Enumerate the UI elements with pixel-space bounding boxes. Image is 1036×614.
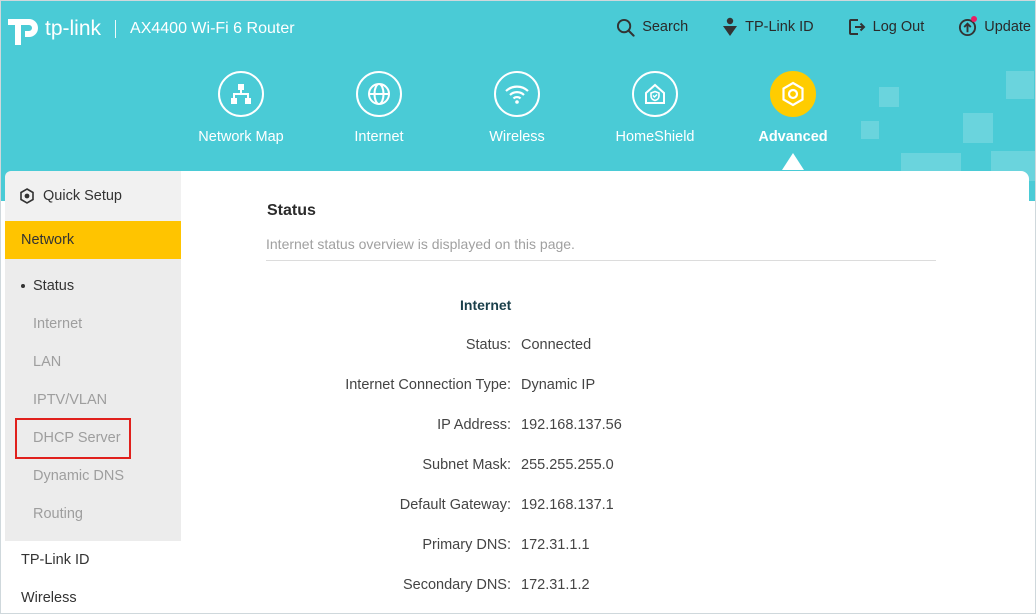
update-link[interactable]: Update: [958, 15, 1031, 37]
info-row-ip-address: IP Address: 192.168.137.56: [181, 417, 1029, 437]
info-value: Connected: [521, 337, 592, 353]
nav-internet-label: Internet: [354, 129, 404, 145]
sidebar-bottom: TP-Link ID Wireless: [5, 541, 181, 613]
sidebar-item-quick-setup[interactable]: Quick Setup: [5, 171, 181, 221]
search-icon: [617, 18, 635, 37]
sidebar-item-lan[interactable]: LAN: [5, 343, 181, 381]
status-label: Status: [33, 278, 75, 294]
title-divider: [266, 260, 936, 261]
search-link[interactable]: Search: [616, 18, 688, 37]
nav-advanced-label: Advanced: [758, 129, 828, 145]
internet-label: Internet: [33, 316, 83, 332]
info-row-default-gateway: Default Gateway: 192.168.137.1: [181, 497, 1029, 517]
main-nav: Network Map Internet Wireless HomeShield…: [1, 71, 1035, 171]
active-bullet: [21, 284, 25, 288]
main-panel: Status Internet status overview is displ…: [181, 171, 1029, 613]
tplink-logo[interactable]: tp-link AX4400 Wi-Fi 6 Router: [5, 11, 295, 47]
info-value: 192.168.137.56: [521, 417, 622, 433]
update-label: Update: [984, 19, 1031, 35]
quick-setup-icon: [20, 188, 34, 204]
user-icon: [723, 17, 738, 36]
homeshield-icon: [645, 83, 665, 104]
sidebar-item-dynamic-dns[interactable]: Dynamic DNS: [5, 457, 181, 495]
info-label: Subnet Mask:: [422, 457, 511, 473]
sidebar-item-status[interactable]: Status: [5, 267, 181, 305]
lan-label: LAN: [33, 354, 62, 370]
nav-advanced[interactable]: Advanced: [733, 71, 853, 145]
sidebar-item-network[interactable]: Network: [5, 221, 181, 259]
nav-internet-circle: [356, 71, 402, 117]
info-value: Dynamic IP: [521, 377, 596, 393]
network-label: Network: [21, 232, 75, 248]
info-value: 255.255.255.0: [521, 457, 614, 473]
tplink-logo-icon: [8, 19, 38, 45]
globe-icon: [368, 83, 390, 105]
network-map-icon: [231, 84, 251, 104]
info-row-status: Status: Connected: [181, 337, 1029, 357]
routing-label: Routing: [33, 506, 83, 522]
tplink-id-side-label: TP-Link ID: [21, 552, 90, 568]
nav-homeshield-label: HomeShield: [615, 129, 695, 145]
iptv-vlan-label: IPTV/VLAN: [33, 392, 108, 408]
logo-divider: [115, 20, 117, 38]
sidebar-item-wireless[interactable]: Wireless: [5, 579, 181, 613]
top-links: Search TP-Link ID Log Out Update: [582, 15, 1031, 37]
sidebar-item-internet[interactable]: Internet: [5, 305, 181, 343]
info-label: IP Address:: [437, 417, 511, 433]
update-badge: [971, 15, 978, 22]
logout-icon: [848, 19, 866, 35]
info-label: Internet Connection Type:: [345, 377, 511, 393]
info-label: Status:: [465, 337, 511, 353]
wifi-icon: [505, 85, 529, 104]
tplink-id-label: TP-Link ID: [745, 19, 814, 35]
info-row-connection-type: Internet Connection Type: Dynamic IP: [181, 377, 1029, 397]
info-label: Primary DNS:: [422, 537, 511, 553]
nav-network-map-circle: [218, 71, 264, 117]
info-row-secondary-dns: Secondary DNS: 172.31.1.2: [181, 577, 1029, 597]
sidebar-item-tplink-id[interactable]: TP-Link ID: [5, 541, 181, 579]
network-submenu: Status Internet LAN IPTV/VLAN DHCP Serve…: [5, 259, 181, 541]
brand-name: tp-link: [45, 17, 102, 40]
nav-wireless-circle: [494, 71, 540, 117]
logout-label: Log Out: [872, 19, 925, 35]
nav-advanced-circle: [770, 71, 816, 117]
nav-wireless[interactable]: Wireless: [457, 71, 577, 145]
dynamic-dns-label: Dynamic DNS: [33, 468, 125, 484]
info-value: 172.31.1.1: [521, 537, 590, 553]
nav-wireless-label: Wireless: [489, 129, 545, 145]
dhcp-server-highlight-box: [15, 418, 131, 459]
nav-network-map[interactable]: Network Map: [181, 71, 301, 145]
info-row-subnet-mask: Subnet Mask: 255.255.255.0: [181, 457, 1029, 477]
sidebar: Quick Setup Network Status Internet LAN …: [5, 171, 181, 613]
page-title: Status: [267, 202, 316, 219]
nav-network-map-label: Network Map: [198, 129, 284, 145]
section-internet-heading: Internet: [460, 297, 512, 313]
nav-internet[interactable]: Internet: [319, 71, 439, 145]
router-admin-window: tp-link AX4400 Wi-Fi 6 Router Search TP-…: [0, 0, 1036, 614]
page-description: Internet status overview is displayed on…: [266, 236, 575, 252]
quick-setup-label: Quick Setup: [43, 188, 122, 204]
info-value: 172.31.1.2: [521, 577, 590, 593]
tplink-id-link[interactable]: TP-Link ID: [722, 17, 814, 37]
info-label: Default Gateway:: [399, 497, 511, 513]
sidebar-item-iptv-vlan[interactable]: IPTV/VLAN: [5, 381, 181, 419]
logout-link[interactable]: Log Out: [848, 18, 925, 36]
router-model: AX4400 Wi-Fi 6 Router: [130, 20, 295, 37]
wireless-side-label: Wireless: [21, 590, 77, 606]
info-value: 192.168.137.1: [521, 497, 614, 513]
nav-homeshield[interactable]: HomeShield: [595, 71, 715, 145]
active-nav-pointer: [782, 153, 804, 170]
search-label: Search: [642, 19, 689, 35]
gear-icon: [782, 81, 804, 107]
info-row-primary-dns: Primary DNS: 172.31.1.1: [181, 537, 1029, 557]
sidebar-item-routing[interactable]: Routing: [5, 495, 181, 533]
info-label: Secondary DNS:: [403, 577, 511, 593]
nav-homeshield-circle: [632, 71, 678, 117]
